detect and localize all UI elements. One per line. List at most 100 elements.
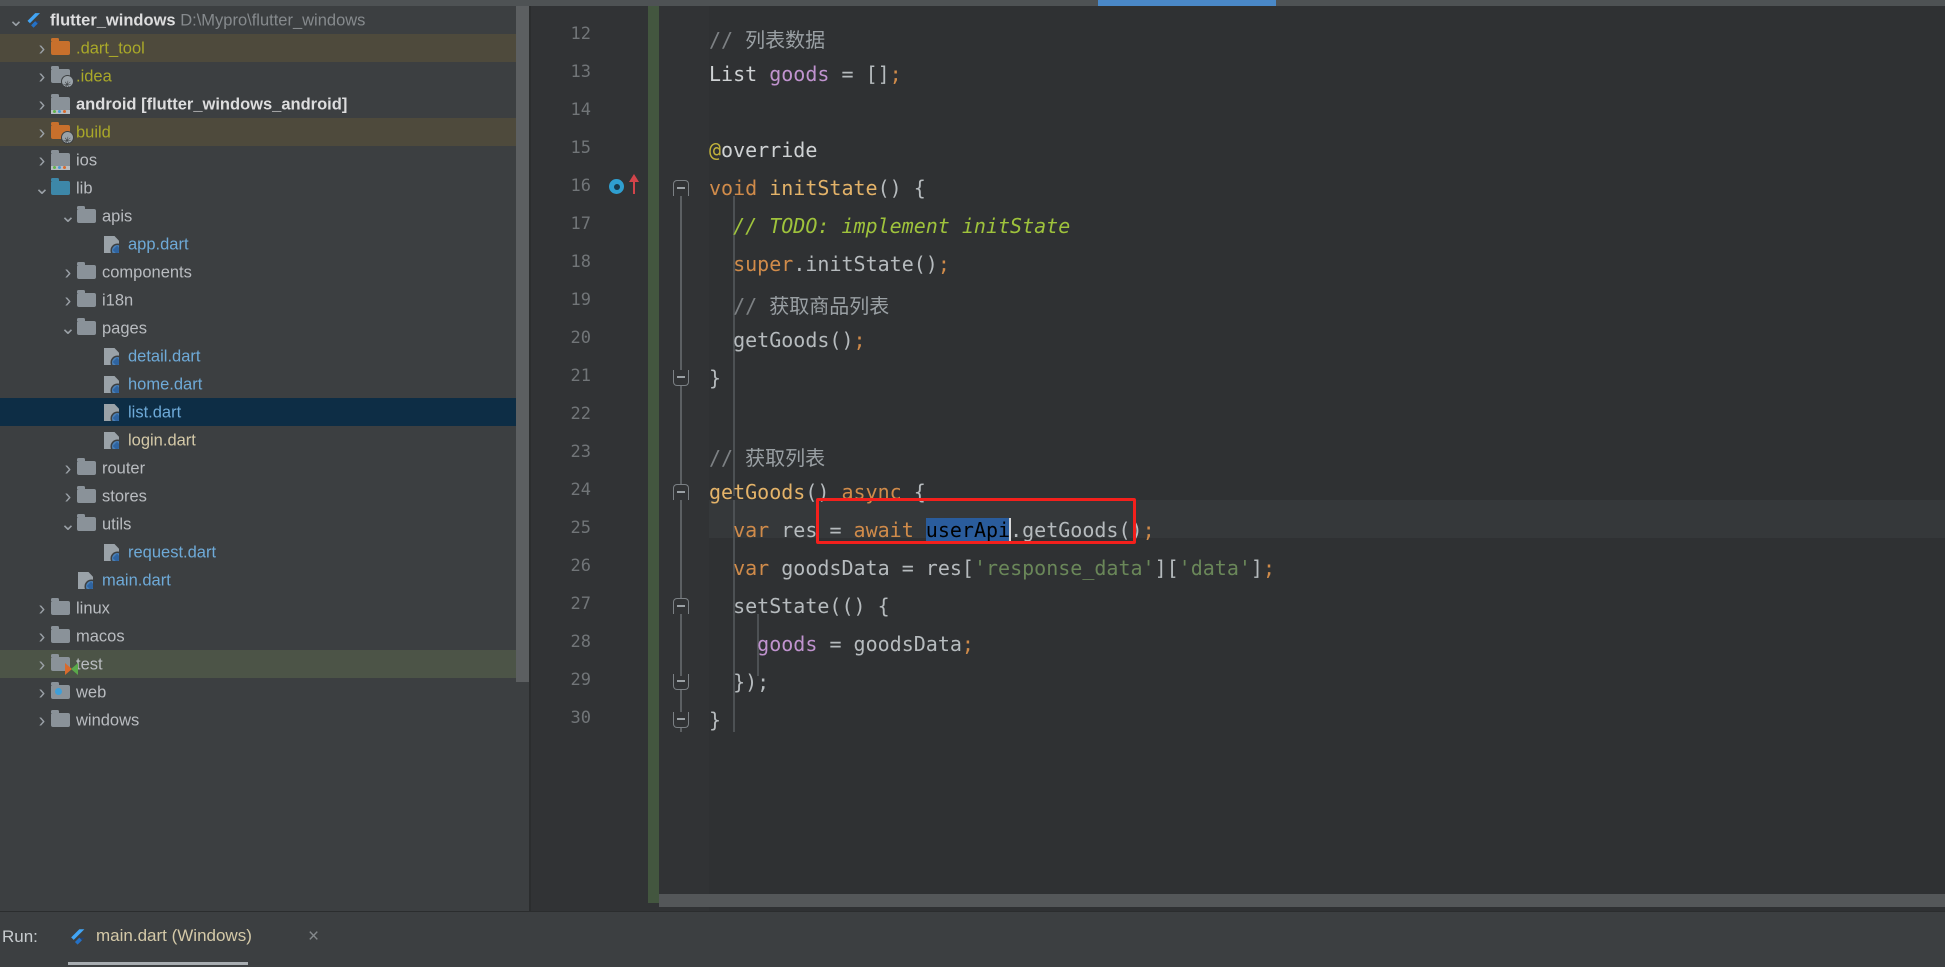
line-number-12: 12 [570,24,591,44]
tree-item-components[interactable]: › components [0,258,530,286]
folder-grey-icon [50,626,71,644]
tree-item-label: ios [76,151,98,170]
fold-toggle-24[interactable] [673,484,689,500]
chevron-down-icon[interactable]: ⌄ [34,178,50,199]
tree-item-apis[interactable]: ⌄ apis [0,202,530,230]
fold-toggle-16[interactable] [673,180,689,196]
chevron-right-icon[interactable]: › [60,259,76,287]
tree-item-linux[interactable]: › linux [0,594,530,622]
tree-item-list-dart[interactable]: list.dart [0,398,530,426]
code-line-13: List goods = []; [709,62,902,86]
code-line-25: var res = await userApi.getGoods(); [733,518,1155,542]
code-editor[interactable]: 12 13 14 15 16 17 18 19 20 21 22 23 24 25 26 27 28 29 30 [531,6,1945,911]
code-folding-column[interactable] [659,6,709,911]
folder-orange-module-icon [50,122,73,156]
chevron-right-icon[interactable]: › [34,147,50,175]
tree-item-app-dart[interactable]: app.dart [0,230,530,258]
close-icon[interactable]: × [308,926,319,948]
tree-item-utils[interactable]: ⌄ utils [0,510,530,538]
tree-item-ios[interactable]: › ios [0,146,530,174]
tree-item-label: apis [102,207,133,226]
chevron-right-icon[interactable]: › [34,595,50,623]
chevron-right-icon[interactable]: › [60,287,76,315]
chevron-right-icon[interactable]: › [34,679,50,707]
tree-item-web[interactable]: › web [0,678,530,706]
code-line-12: // 列表数据 [709,28,826,52]
chevron-right-icon[interactable]: › [34,707,50,735]
fold-region-line-3 [680,614,682,676]
project-tree-panel[interactable]: ⌄ flutter_windows D:\Mypro\flutter_window… [0,6,530,911]
selected-token[interactable]: userApi [925,518,1011,542]
override-method-icon[interactable] [609,179,624,194]
run-tab-underline [68,962,248,965]
sidebar-scrollbar-thumb[interactable] [516,6,529,682]
fold-toggle-29[interactable] [673,674,689,690]
folder-grey-icon [76,458,97,476]
chevron-right-icon[interactable]: › [34,35,50,63]
tree-item-build[interactable]: › build [0,118,530,156]
tree-item-windows[interactable]: › windows [0,706,530,734]
line-number-27: 27 [570,594,591,614]
tree-item-stores[interactable]: › stores [0,482,530,510]
project-tree[interactable]: ⌄ flutter_windows D:\Mypro\flutter_window… [0,6,530,734]
vcs-change-bar[interactable] [648,6,659,903]
dart-file-icon [102,347,123,365]
tree-item-idea[interactable]: › .idea [0,62,530,100]
tree-item-macos[interactable]: › macos [0,622,530,650]
fold-toggle-21[interactable] [673,370,689,386]
tree-item-label: lib [76,179,93,198]
tree-item-router[interactable]: › router [0,454,530,482]
tree-item-test[interactable]: › test [0,650,530,678]
overriding-method-arrow-icon[interactable] [629,174,639,182]
chevron-down-icon[interactable]: ⌄ [8,10,24,31]
tree-item-login-dart[interactable]: login.dart [0,426,530,454]
line-number-30: 30 [570,708,591,728]
chevron-right-icon[interactable]: › [34,651,50,679]
line-number-20: 20 [570,328,591,348]
code-text-area[interactable]: // 列表数据 List goods = []; @override void … [709,6,1945,911]
fold-toggle-30[interactable] [673,712,689,728]
tree-item-main-dart[interactable]: main.dart [0,566,530,594]
chevron-right-icon[interactable]: › [60,483,76,511]
folder-grey-icon [76,486,97,504]
chevron-down-icon[interactable]: ⌄ [60,206,76,227]
tree-item-android-flutter-windows-android[interactable]: › android [flutter_windows_android] [0,90,530,118]
project-root-row[interactable]: ⌄ flutter_windows D:\Mypro\flutter_window… [0,6,530,34]
tree-item-label: router [102,459,146,478]
folder-source-icon [50,178,71,196]
folder-android-icon [50,94,71,114]
tree-item-home-dart[interactable]: home.dart [0,370,530,398]
code-line-21: } [709,366,722,390]
code-line-28: goods = goodsData; [757,632,974,656]
line-number-24: 24 [570,480,591,500]
run-tool-window-header: Run: main.dart (Windows) × [0,911,1945,967]
tree-item-i18n[interactable]: › i18n [0,286,530,314]
folder-ios-icon [50,150,71,170]
chevron-right-icon[interactable]: › [34,91,50,119]
tree-item-lib[interactable]: ⌄ lib [0,174,530,202]
dart-file-icon [76,571,97,589]
tree-item-pages[interactable]: ⌄ pages [0,314,530,342]
tree-item-label: .dart_tool [76,39,145,58]
code-line-29: }); [733,670,770,694]
folder-grey-icon [76,514,97,532]
chevron-right-icon[interactable]: › [34,119,50,147]
line-number-21: 21 [570,366,591,386]
dart-file-icon [102,431,123,449]
chevron-down-icon[interactable]: ⌄ [60,514,76,535]
chevron-right-icon[interactable]: › [34,623,50,651]
chevron-down-icon[interactable]: ⌄ [60,318,76,339]
tree-item-detail-dart[interactable]: detail.dart [0,342,530,370]
editor-gutter[interactable]: 12 13 14 15 16 17 18 19 20 21 22 23 24 25 26 27 28 29 30 [531,6,709,911]
run-configuration-tab[interactable]: main.dart (Windows) × [68,922,319,956]
fold-toggle-27[interactable] [673,598,689,614]
chevron-right-icon[interactable]: › [34,63,50,91]
tree-item-request-dart[interactable]: request.dart [0,538,530,566]
code-line-27: setState(() { [733,594,890,618]
tree-item-label: test [76,655,103,674]
line-number-25: 25 [570,518,591,538]
tree-item-dart-tool[interactable]: › .dart_tool [0,34,530,62]
folder-grey-icon [76,262,97,280]
chevron-right-icon[interactable]: › [60,455,76,483]
editor-hscrollbar-thumb[interactable] [659,894,1945,907]
